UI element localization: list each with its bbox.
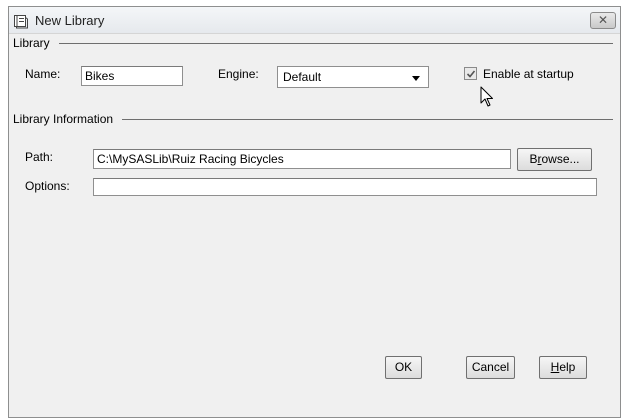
browse-button[interactable]: Browse... <box>517 148 592 171</box>
window-title: New Library <box>35 13 105 28</box>
browse-label-pre: B <box>529 152 538 166</box>
library-group-label: Library <box>13 36 53 50</box>
info-group-label: Library Information <box>13 112 117 126</box>
enable-at-startup-checkbox[interactable] <box>464 67 477 80</box>
close-button[interactable]: ✕ <box>590 12 616 29</box>
path-label: Path: <box>25 150 54 164</box>
chevron-down-icon[interactable] <box>412 76 420 81</box>
path-input[interactable]: C:\MySASLib\Ruiz Racing Bicycles <box>93 149 511 169</box>
enable-at-startup-label[interactable]: Enable at startup <box>483 67 574 81</box>
library-book-icon <box>13 13 29 29</box>
mouse-pointer-icon <box>480 86 494 111</box>
help-button[interactable]: Help <box>539 356 587 379</box>
library-group-divider <box>59 43 613 44</box>
title-bar[interactable]: New Library ✕ <box>9 7 620 34</box>
help-label-post: elp <box>559 360 576 374</box>
engine-selected-value: Default <box>283 70 322 84</box>
checkmark-icon <box>466 70 476 78</box>
options-input[interactable] <box>93 178 597 196</box>
close-icon: ✕ <box>597 13 609 27</box>
name-input[interactable]: Bikes <box>81 66 183 86</box>
engine-label: Engine: <box>218 67 259 81</box>
browse-label-post: owse... <box>541 152 580 166</box>
ok-button[interactable]: OK <box>385 356 422 379</box>
cancel-button[interactable]: Cancel <box>466 356 515 379</box>
engine-dropdown[interactable]: Default <box>277 66 429 88</box>
info-group-divider <box>122 119 613 120</box>
new-library-dialog: New Library ✕ Library Name: Bikes Engine… <box>8 6 621 418</box>
options-label: Options: <box>25 179 70 193</box>
name-label: Name: <box>25 67 61 81</box>
